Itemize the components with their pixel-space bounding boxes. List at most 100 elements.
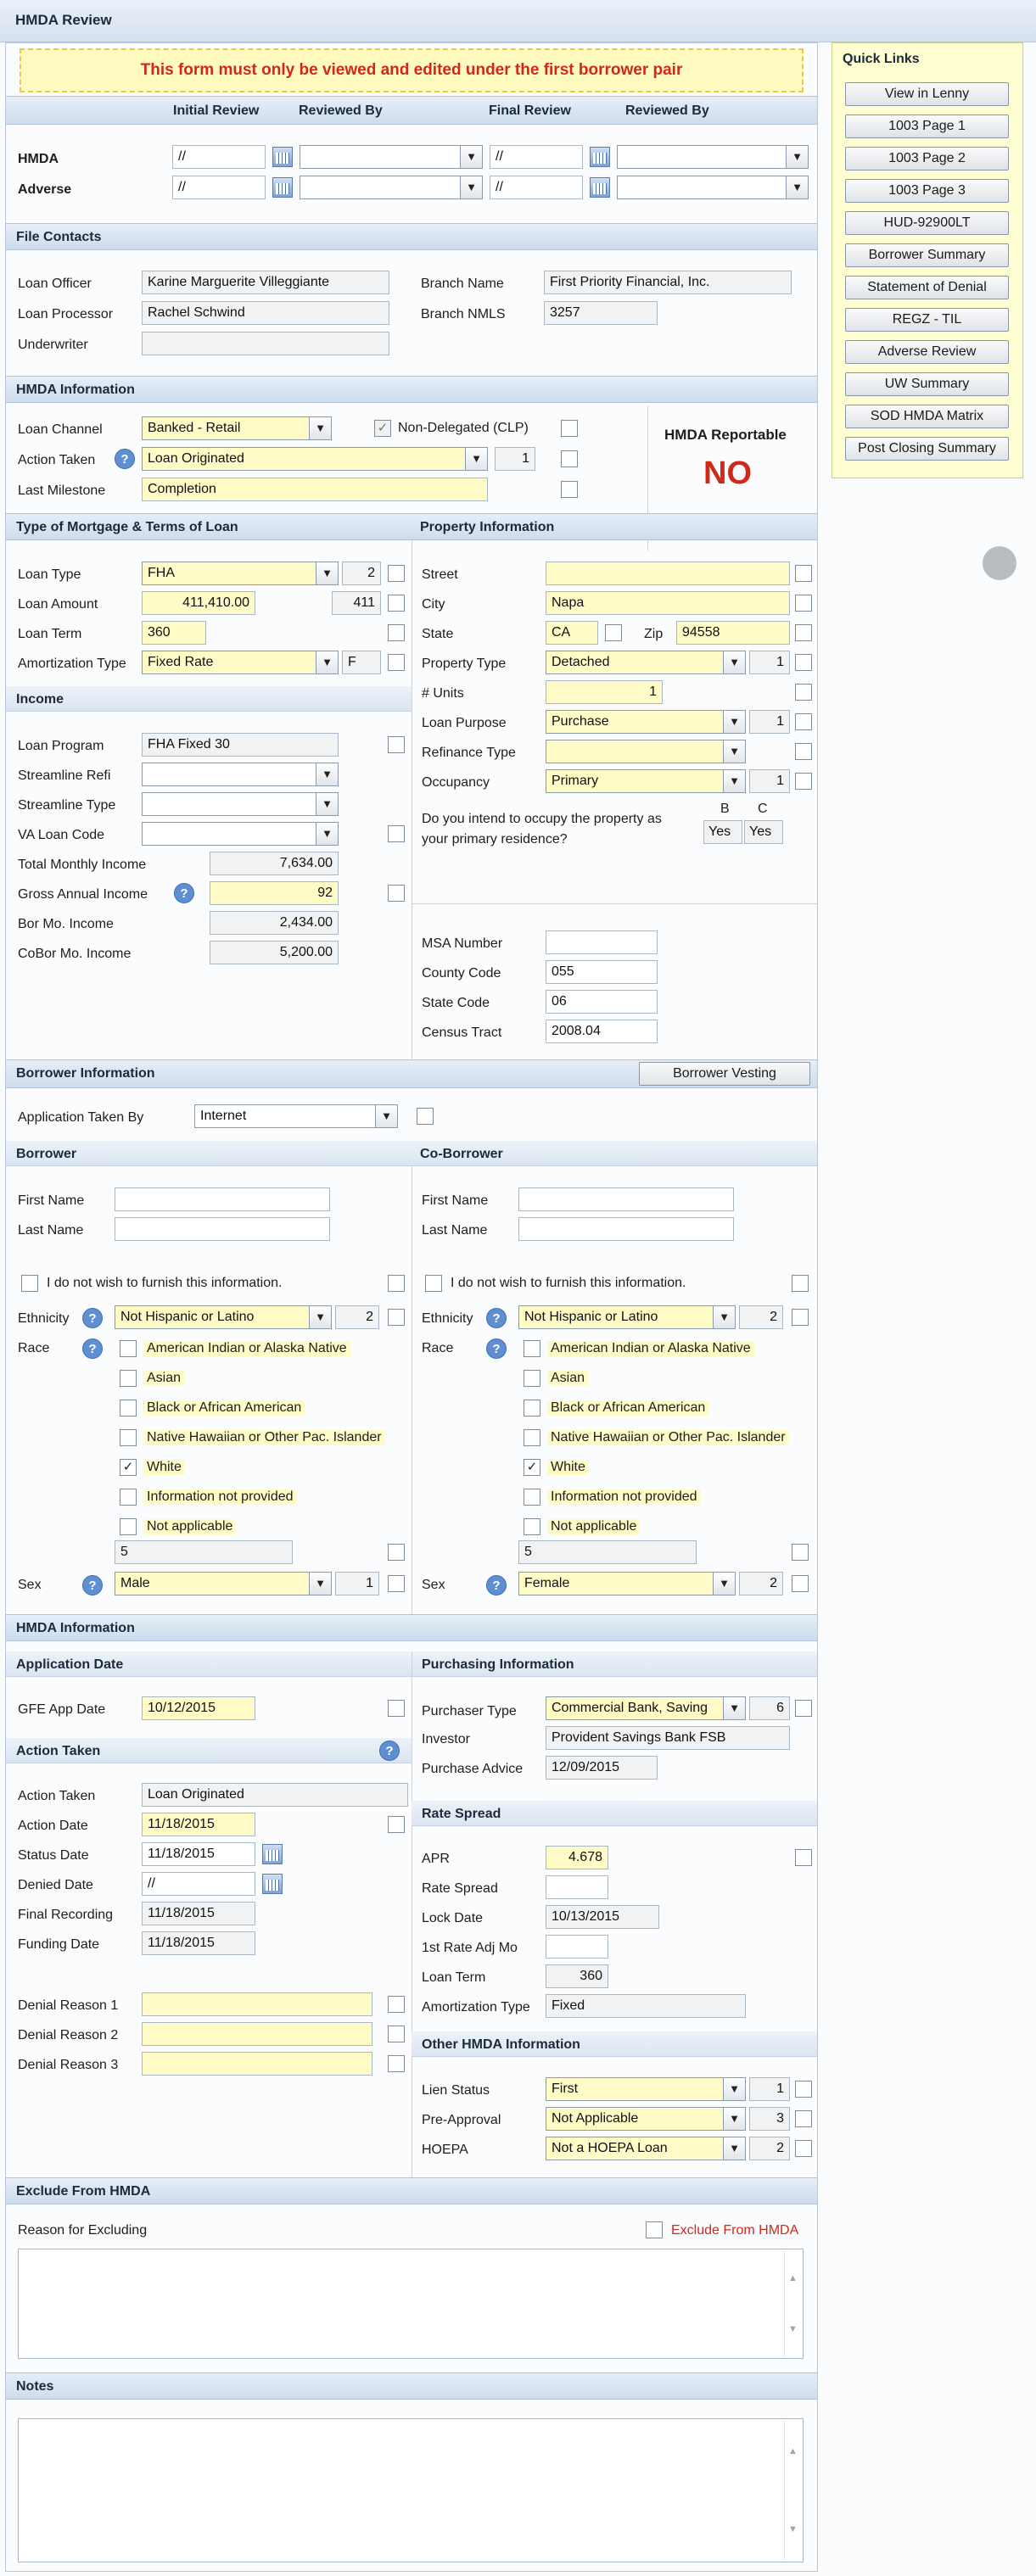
chevron-down-icon[interactable]: ▼ <box>460 146 482 168</box>
lien-status-select[interactable]: First ▼ <box>546 2077 746 2101</box>
denial-reason-1-review-checkbox[interactable] <box>388 1996 405 2013</box>
loan-purpose-review-checkbox[interactable] <box>795 713 812 730</box>
hmda-initial-review-date[interactable]: // <box>172 145 266 169</box>
zip-field[interactable]: 94558 <box>676 621 790 645</box>
msa-number-field[interactable] <box>546 930 658 954</box>
quick-link-hud-92900lt[interactable]: HUD-92900LT <box>845 211 1009 235</box>
scrollbar[interactable]: ▲ ▼ <box>784 2421 801 2560</box>
help-icon[interactable]: ? <box>82 1338 103 1359</box>
quick-link-1003-page-1[interactable]: 1003 Page 1 <box>845 115 1009 138</box>
chevron-down-icon[interactable]: ▼ <box>786 176 808 198</box>
chevron-down-icon[interactable]: ▼ <box>723 740 745 763</box>
quick-link-1003-page-2[interactable]: 1003 Page 2 <box>845 147 1009 170</box>
purchaser-type-select[interactable]: Commercial Bank, Saving ▼ <box>546 1696 746 1720</box>
coborrower-ethnicity-select[interactable]: Not Hispanic or Latino ▼ <box>518 1305 736 1329</box>
adverse-final-reviewed-by-select[interactable]: ▼ <box>617 176 809 199</box>
chevron-down-icon[interactable]: ▼ <box>723 1697 745 1719</box>
chevron-down-icon[interactable]: ▼ <box>713 1306 735 1328</box>
chevron-down-icon[interactable]: ▼ <box>316 793 338 815</box>
amortization-type-select[interactable]: Fixed Rate ▼ <box>142 651 339 674</box>
reason-for-excluding-textarea[interactable]: ▲ ▼ <box>18 2249 804 2359</box>
apr-review-checkbox[interactable] <box>795 1849 812 1866</box>
coborrower-race-checkbox[interactable]: ✓ <box>524 1459 540 1476</box>
coborrower-sex-select[interactable]: Female ▼ <box>518 1572 736 1595</box>
loan-amount-review-checkbox[interactable] <box>388 595 405 612</box>
zip-review-checkbox[interactable] <box>795 624 812 641</box>
chevron-down-icon[interactable]: ▼ <box>375 1105 397 1127</box>
chevron-down-icon[interactable]: ▼ <box>309 1306 331 1328</box>
va-loan-code-select[interactable]: ▼ <box>142 822 339 846</box>
non-delegated-review-checkbox[interactable] <box>561 420 578 437</box>
hmda-initial-reviewed-by-select[interactable]: ▼ <box>300 145 483 169</box>
borrower-no-furnish-checkbox[interactable] <box>21 1275 38 1292</box>
calendar-icon[interactable] <box>272 147 293 167</box>
rate-spread-field[interactable] <box>546 1875 608 1899</box>
chevron-down-icon[interactable]: ▼ <box>723 2137 745 2160</box>
hoepa-review-checkbox[interactable] <box>795 2140 812 2157</box>
coborrower-ethnicity-review-checkbox[interactable] <box>792 1309 809 1326</box>
first-rate-adj-field[interactable] <box>546 1935 608 1959</box>
borrower-race-checkbox[interactable] <box>120 1489 137 1506</box>
help-icon[interactable]: ? <box>486 1338 507 1359</box>
scroll-down-icon[interactable]: ▼ <box>788 2524 798 2534</box>
denial-reason-2-review-checkbox[interactable] <box>388 2026 405 2042</box>
chevron-down-icon[interactable]: ▼ <box>723 2078 745 2100</box>
chevron-down-icon[interactable]: ▼ <box>316 763 338 785</box>
calendar-icon[interactable] <box>590 147 610 167</box>
scrollbar[interactable]: ▲ ▼ <box>784 2251 801 2356</box>
hoepa-select[interactable]: Not a HOEPA Loan ▼ <box>546 2137 746 2160</box>
chevron-down-icon[interactable]: ▼ <box>723 711 745 733</box>
quick-link-statement-of-denial[interactable]: Statement of Denial <box>845 276 1009 299</box>
adverse-initial-reviewed-by-select[interactable]: ▼ <box>300 176 483 199</box>
help-icon[interactable]: ? <box>115 449 135 469</box>
gross-annual-income-field[interactable]: 92 <box>210 881 339 905</box>
loan-channel-select[interactable]: Banked - Retail ▼ <box>142 416 332 440</box>
refinance-type-review-checkbox[interactable] <box>795 743 812 760</box>
coborrower-race-checkbox[interactable] <box>524 1340 540 1357</box>
chevron-down-icon[interactable]: ▼ <box>309 1573 331 1595</box>
help-icon[interactable]: ? <box>379 1741 400 1761</box>
state-code-field[interactable]: 06 <box>546 990 658 1014</box>
units-field[interactable]: 1 <box>546 680 663 704</box>
gross-annual-review-checkbox[interactable] <box>388 885 405 902</box>
chevron-down-icon[interactable]: ▼ <box>723 2108 745 2130</box>
occupancy-select[interactable]: Primary ▼ <box>546 769 746 793</box>
borrower-sex-select[interactable]: Male ▼ <box>115 1572 332 1595</box>
adverse-initial-review-date[interactable]: // <box>172 176 266 199</box>
borrower-race-checkbox[interactable] <box>120 1400 137 1417</box>
borrower-race-checkbox[interactable] <box>120 1340 137 1357</box>
denial-reason-2-field[interactable] <box>142 2022 372 2046</box>
application-taken-by-select[interactable]: Internet ▼ <box>194 1104 398 1128</box>
chevron-down-icon[interactable]: ▼ <box>316 823 338 845</box>
scroll-down-icon[interactable]: ▼ <box>788 2324 798 2334</box>
va-loan-code-review-checkbox[interactable] <box>388 825 405 842</box>
quick-link-post-closing-summary[interactable]: Post Closing Summary <box>845 437 1009 461</box>
coborrower-race-checkbox[interactable] <box>524 1429 540 1446</box>
borrower-ethnicity-select[interactable]: Not Hispanic or Latino ▼ <box>115 1305 332 1329</box>
quick-link-view-in-lenny[interactable]: View in Lenny <box>845 82 1009 106</box>
adverse-final-review-date[interactable]: // <box>490 176 583 199</box>
lien-status-review-checkbox[interactable] <box>795 2081 812 2098</box>
apr-field[interactable]: 4.678 <box>546 1846 608 1869</box>
action-date-review-checkbox[interactable] <box>388 1816 405 1833</box>
city-field[interactable]: Napa <box>546 591 790 615</box>
state-field[interactable]: CA <box>546 621 598 645</box>
borrower-race-checkbox[interactable] <box>120 1518 137 1535</box>
chevron-down-icon[interactable]: ▼ <box>723 770 745 792</box>
coborrower-first-name-field[interactable] <box>518 1187 734 1211</box>
chevron-down-icon[interactable]: ▼ <box>786 146 808 168</box>
gfe-app-date-field[interactable]: 10/12/2015 <box>142 1696 255 1720</box>
scroll-up-icon[interactable]: ▲ <box>788 2273 798 2283</box>
borrower-race-checkbox[interactable]: ✓ <box>120 1459 137 1476</box>
hmda-final-review-date[interactable]: // <box>490 145 583 169</box>
chevron-down-icon[interactable]: ▼ <box>460 176 482 198</box>
status-date-field[interactable]: 11/18/2015 <box>142 1842 255 1866</box>
help-icon[interactable]: ? <box>486 1308 507 1328</box>
notes-textarea[interactable]: ▲ ▼ <box>18 2418 804 2562</box>
borrower-race-checkbox[interactable] <box>120 1429 137 1446</box>
pre-approval-review-checkbox[interactable] <box>795 2110 812 2127</box>
coborrower-sex-review-checkbox[interactable] <box>792 1575 809 1592</box>
help-icon[interactable]: ? <box>486 1575 507 1595</box>
loan-type-review-checkbox[interactable] <box>388 565 405 582</box>
quick-link-sod-hmda-matrix[interactable]: SOD HMDA Matrix <box>845 405 1009 428</box>
